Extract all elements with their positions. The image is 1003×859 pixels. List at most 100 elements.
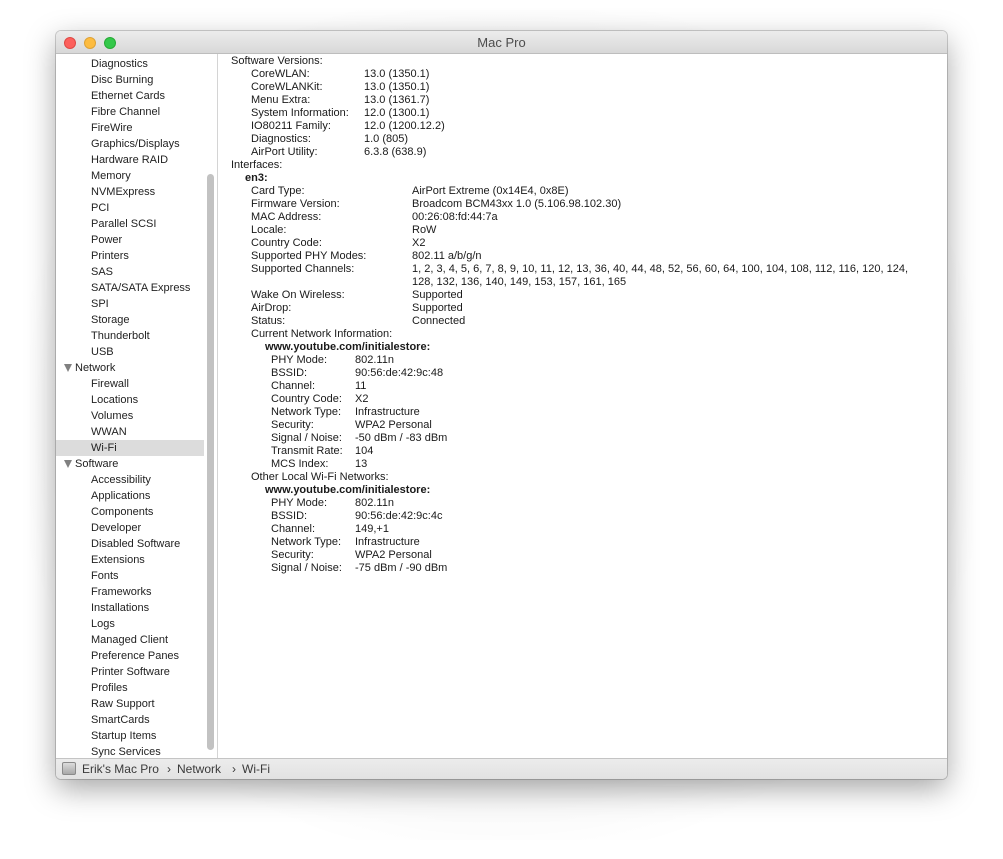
sidebar-item-fibre-channel[interactable]: Fibre Channel [56,104,204,120]
sidebar-item-memory[interactable]: Memory [56,168,204,184]
interface-name: en3: [245,172,268,184]
sidebar-item-sas[interactable]: SAS [56,264,204,280]
sidebar-item-graphics-displays[interactable]: Graphics/Displays [56,136,204,152]
breadcrumb-computer[interactable]: Erik's Mac Pro [82,762,159,776]
network-property-label: Network Type: [271,406,342,418]
interface-property-label: AirDrop: [251,302,292,314]
interface-property-label: Firmware Version: [251,198,340,210]
sidebar-item-nvmexpress[interactable]: NVMExpress [56,184,204,200]
network-property-label: MCS Index: [271,458,329,470]
sidebar-group-network[interactable]: Network [56,360,204,376]
sidebar-item-startup-items[interactable]: Startup Items [56,728,204,744]
interface-property-value: Broadcom BCM43xx 1.0 (5.106.98.102.30) [412,198,622,210]
software-version-value: 12.0 (1300.1) [364,107,430,119]
title-bar[interactable]: Mac Pro [56,31,947,54]
sidebar-item-extensions[interactable]: Extensions [56,552,204,568]
interface-property-value: AirPort Extreme (0x14E4, 0x8E) [412,185,569,197]
sidebar-item-developer[interactable]: Developer [56,520,204,536]
disclosure-triangle-icon[interactable] [64,364,72,372]
network-property-value: -75 dBm / -90 dBm [355,562,448,574]
network-property-label: Channel: [271,523,316,535]
sidebar-item-components[interactable]: Components [56,504,204,520]
interface-property-label: Supported Channels: [251,263,355,275]
network-property-value: 802.11n [355,497,394,509]
network-property-value: 802.11n [355,354,394,366]
sidebar-item-firewall[interactable]: Firewall [56,376,204,392]
interface-property-value: 802.11 a/b/g/n [412,250,482,262]
sidebar-item-diagnostics[interactable]: Diagnostics [56,56,204,72]
sidebar-item-printer-software[interactable]: Printer Software [56,664,204,680]
network-property-label: Country Code: [271,393,342,405]
sidebar-item-preference-panes[interactable]: Preference Panes [56,648,204,664]
interface-property-value: 1, 2, 3, 4, 5, 6, 7, 8, 9, 10, 11, 12, 1… [412,263,908,275]
interface-property-value: Supported [412,302,463,314]
interface-property-label: MAC Address: [251,211,322,223]
breadcrumb-wifi[interactable]: Wi-Fi [242,762,270,776]
network-property-label: Network Type: [271,536,342,548]
sidebar-item-profiles[interactable]: Profiles [56,680,204,696]
sidebar-item-accessibility[interactable]: Accessibility [56,472,204,488]
sidebar-item-applications[interactable]: Applications [56,488,204,504]
network-property-value: X2 [355,393,369,405]
interface-property-value: RoW [412,224,437,236]
section-heading: Other Local Wi-Fi Networks: [251,471,389,483]
software-version-value: 13.0 (1361.7) [364,94,430,106]
sidebar-item-locations[interactable]: Locations [56,392,204,408]
sidebar-item-firewire[interactable]: FireWire [56,120,204,136]
software-version-label: AirPort Utility: [251,146,318,158]
sidebar-item-fonts[interactable]: Fonts [56,568,204,584]
sidebar-item-spi[interactable]: SPI [56,296,204,312]
mac-pro-icon [62,762,76,775]
network-property-value: 149,+1 [355,523,389,535]
sidebar-item-disabled-software[interactable]: Disabled Software [56,536,204,552]
network-property-value: WPA2 Personal [355,549,432,561]
sidebar-item-parallel-scsi[interactable]: Parallel SCSI [56,216,204,232]
network-property-label: BSSID: [271,367,308,379]
software-version-value: 12.0 (1200.12.2) [364,120,445,132]
sidebar-item-ethernet-cards[interactable]: Ethernet Cards [56,88,204,104]
network-property-value: 90:56:de:42:9c:48 [355,367,444,379]
sidebar: Diagnostics Disc Burning Ethernet Cards Fib… [56,54,218,758]
sidebar-item-sync-services[interactable]: Sync Services [56,744,204,758]
breadcrumb-separator: › [167,762,171,776]
sidebar-item-thunderbolt[interactable]: Thunderbolt [56,328,204,344]
sidebar-item-frameworks[interactable]: Frameworks [56,584,204,600]
network-property-label: Channel: [271,380,316,392]
interface-property-value: 00:26:08:fd:44:7a [412,211,498,223]
software-version-label: System Information: [251,107,349,119]
sidebar-item-printers[interactable]: Printers [56,248,204,264]
software-version-label: CoreWLANKit: [251,81,323,93]
sidebar-item-wwan[interactable]: WWAN [56,424,204,440]
sidebar-item-volumes[interactable]: Volumes [56,408,204,424]
breadcrumb-network[interactable]: Network [177,762,221,776]
software-version-value: 1.0 (805) [364,133,409,145]
sidebar-item-sata-sata-express[interactable]: SATA/SATA Express [56,280,204,296]
sidebar-item-wi-fi[interactable]: Wi-Fi [56,440,204,456]
network-property-label: PHY Mode: [271,354,328,366]
sidebar-list: Diagnostics Disc Burning Ethernet Cards Fib… [56,56,204,758]
sidebar-item-pci[interactable]: PCI [56,200,204,216]
network-property-label: Security: [271,549,314,561]
network-property-value: 11 [355,380,367,392]
sidebar-item-logs[interactable]: Logs [56,616,204,632]
network-property-label: Signal / Noise: [271,562,342,574]
sidebar-item-usb[interactable]: USB [56,344,204,360]
sidebar-item-managed-client[interactable]: Managed Client [56,632,204,648]
disclosure-triangle-icon[interactable] [64,460,72,468]
sidebar-item-storage[interactable]: Storage [56,312,204,328]
software-version-label: Diagnostics: [251,133,311,145]
interface-property-label: Locale: [251,224,287,236]
interface-property-label: Country Code: [251,237,322,249]
sidebar-group-software[interactable]: Software [56,456,204,472]
network-property-label: Transmit Rate: [271,445,343,457]
sidebar-item-raw-support[interactable]: Raw Support [56,696,204,712]
sidebar-scrollbar[interactable] [207,174,214,750]
sidebar-item-power[interactable]: Power [56,232,204,248]
sidebar-group-label: Network [75,362,116,374]
sidebar-item-disc-burning[interactable]: Disc Burning [56,72,204,88]
sidebar-item-installations[interactable]: Installations [56,600,204,616]
sidebar-item-smartcards[interactable]: SmartCards [56,712,204,728]
network-property-label: Signal / Noise: [271,432,342,444]
network-property-value: Infrastructure [355,536,420,548]
sidebar-item-hardware-raid[interactable]: Hardware RAID [56,152,204,168]
